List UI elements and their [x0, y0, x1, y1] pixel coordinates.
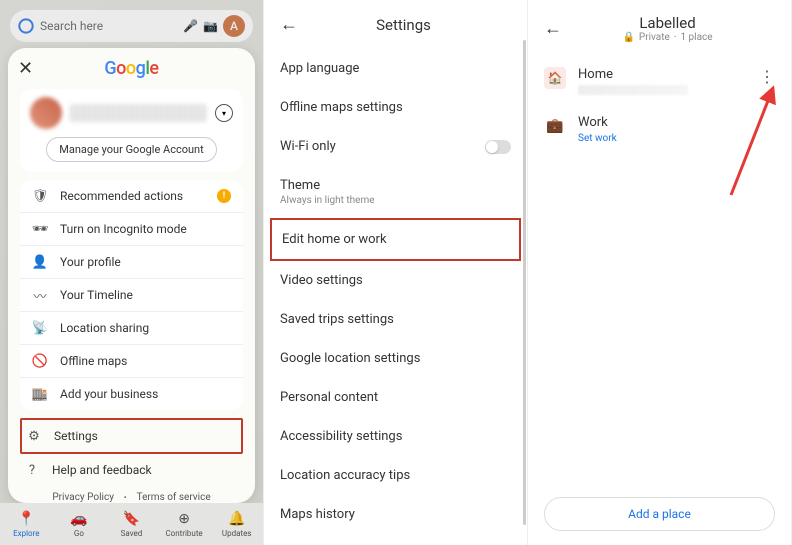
home-address-redacted [578, 85, 688, 95]
google-g-icon [18, 18, 34, 34]
menu-group-2: ⚙Settings?Help and feedback [20, 418, 243, 486]
nav-saved[interactable]: 🔖Saved [105, 503, 158, 545]
offline-icon: 🚫 [32, 353, 48, 369]
labelled-title: Labelled [578, 14, 757, 32]
menu-item-location-sharing[interactable]: 📡Location sharing [20, 311, 243, 344]
menu-item-turn-on-incognito-mode[interactable]: 🕶Turn on Incognito mode [20, 212, 243, 245]
setting-theme[interactable]: ThemeAlways in light theme [280, 166, 511, 218]
gear-icon: ⚙ [26, 428, 42, 444]
place-home[interactable]: 🏠 Home ⋮ [528, 57, 791, 105]
bottom-nav: 📍Explore🚗Go🔖Saved⊕Contribute🔔Updates [0, 503, 263, 545]
nav-updates[interactable]: 🔔Updates [210, 503, 263, 545]
account-sheet: ✕ Google ▾ Manage your Google Account 🛡R… [8, 48, 255, 503]
footer-links: Privacy Policy • Terms of service [8, 492, 255, 503]
car-icon: 🚗 [70, 511, 87, 527]
profile-name-redacted [70, 104, 207, 122]
setting-offline-maps-settings[interactable]: Offline maps settings [280, 88, 511, 127]
menu-item-help-and-feedback[interactable]: ?Help and feedback [20, 454, 243, 486]
manage-account-button[interactable]: Manage your Google Account [46, 137, 216, 162]
person-icon: 👤 [32, 254, 48, 270]
work-icon: 💼 [544, 115, 566, 137]
mic-icon[interactable]: 🎤 [183, 19, 197, 33]
alert-badge: ! [217, 189, 231, 203]
setting-personal-content[interactable]: Personal content [280, 378, 511, 417]
labelled-header: ← Labelled 🔒 Private · 1 place [528, 0, 791, 57]
incognito-icon: 🕶 [32, 221, 48, 237]
panel-account-menu: Search here 🎤 📷 A ✕ Google ▾ Manage your… [0, 0, 264, 545]
settings-title: Settings [314, 16, 493, 34]
setting-saved-trips-settings[interactable]: Saved trips settings [280, 300, 511, 339]
terms-link[interactable]: Terms of service [137, 492, 211, 503]
shield-icon: 🛡 [32, 188, 48, 204]
menu-item-settings[interactable]: ⚙Settings [20, 418, 243, 454]
search-bar[interactable]: Search here 🎤 📷 A [10, 10, 253, 42]
avatar[interactable]: A [223, 15, 245, 37]
google-logo: Google [8, 58, 255, 79]
scrollbar[interactable] [523, 40, 526, 525]
setting-accessibility-settings[interactable]: Accessibility settings [280, 417, 511, 456]
add-place-button[interactable]: Add a place [544, 497, 775, 531]
setting-edit-home-or-work[interactable]: Edit home or work [270, 218, 521, 261]
bell-icon: 🔔 [228, 511, 245, 527]
chevron-down-icon[interactable]: ▾ [215, 104, 233, 122]
help-icon: ? [24, 462, 40, 478]
menu-item-your-timeline[interactable]: 〰Your Timeline [20, 278, 243, 311]
setting-electric-vehicle-settings[interactable]: Electric vehicle settings [280, 534, 511, 545]
share-icon: 📡 [32, 320, 48, 336]
nav-go[interactable]: 🚗Go [53, 503, 106, 545]
panel-settings: ← Settings App languageOffline maps sett… [264, 0, 528, 545]
back-icon[interactable]: ← [544, 18, 562, 39]
panel-labelled: ← Labelled 🔒 Private · 1 place 🏠 Home ⋮ … [528, 0, 792, 545]
timeline-icon: 〰 [32, 287, 48, 303]
plus-icon: ⊕ [178, 511, 190, 527]
setting-video-settings[interactable]: Video settings [280, 261, 511, 300]
settings-header: ← Settings [264, 0, 527, 49]
lock-icon: 🔒 [622, 32, 634, 43]
camera-icon[interactable]: 📷 [203, 19, 217, 33]
setting-app-language[interactable]: App language [280, 49, 511, 88]
menu-item-recommended-actions[interactable]: 🛡Recommended actions! [20, 180, 243, 212]
privacy-link[interactable]: Privacy Policy [52, 492, 114, 503]
menu-group-1: 🛡Recommended actions!🕶Turn on Incognito … [20, 180, 243, 410]
setting-google-location-settings[interactable]: Google location settings [280, 339, 511, 378]
nav-explore[interactable]: 📍Explore [0, 503, 53, 545]
pin-icon: 📍 [18, 511, 35, 527]
more-icon[interactable]: ⋮ [759, 67, 775, 85]
profile-block[interactable]: ▾ Manage your Google Account [20, 89, 243, 172]
menu-item-your-profile[interactable]: 👤Your profile [20, 245, 243, 278]
set-work-link[interactable]: Set work [578, 133, 775, 144]
menu-item-offline-maps[interactable]: 🚫Offline maps [20, 344, 243, 377]
home-label: Home [578, 67, 747, 82]
store-icon: 🏬 [32, 386, 48, 402]
back-icon[interactable]: ← [280, 14, 298, 35]
search-placeholder: Search here [40, 19, 177, 33]
bookmark-icon: 🔖 [123, 511, 140, 527]
place-work[interactable]: 💼 Work Set work [528, 105, 791, 154]
setting-location-accuracy-tips[interactable]: Location accuracy tips [280, 456, 511, 495]
setting-maps-history[interactable]: Maps history [280, 495, 511, 534]
labelled-subtitle: 🔒 Private · 1 place [578, 32, 757, 43]
setting-wi-fi-only[interactable]: Wi-Fi only [280, 127, 511, 166]
wifi-toggle[interactable] [485, 140, 511, 154]
work-label: Work [578, 115, 775, 130]
menu-item-add-your-business[interactable]: 🏬Add your business [20, 377, 243, 410]
close-icon[interactable]: ✕ [18, 58, 33, 79]
nav-contribute[interactable]: ⊕Contribute [158, 503, 211, 545]
profile-avatar [30, 97, 62, 129]
home-icon: 🏠 [544, 67, 566, 89]
settings-list: App languageOffline maps settingsWi-Fi o… [264, 49, 527, 545]
